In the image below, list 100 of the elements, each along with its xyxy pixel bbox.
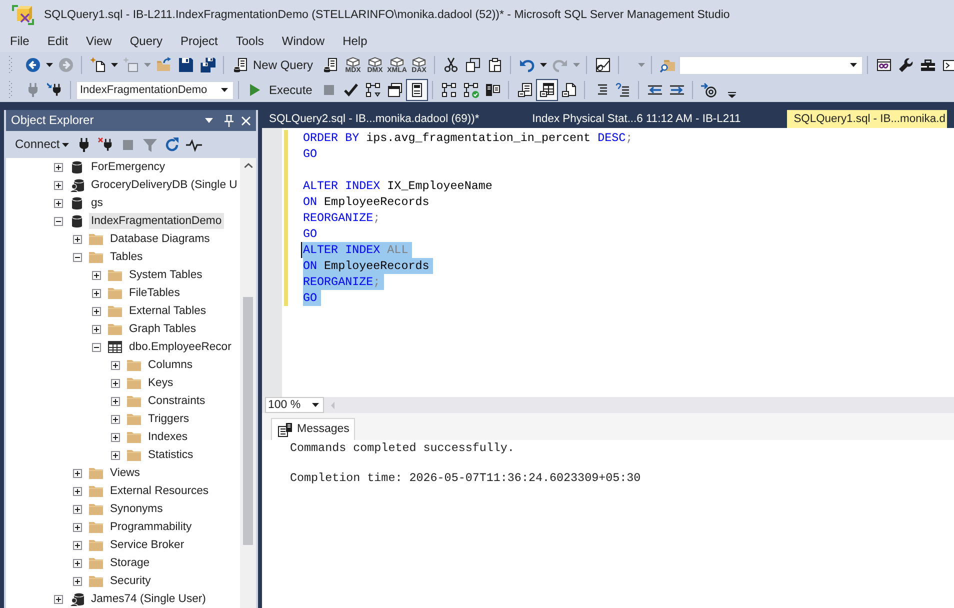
tree-item[interactable]: Service Broker: [108, 537, 186, 553]
tree-item[interactable]: System Tables: [127, 267, 204, 283]
expand-icon[interactable]: [54, 198, 63, 208]
tree-item[interactable]: IndexFragmentationDemo: [89, 213, 224, 229]
caret-icon[interactable]: [540, 63, 548, 67]
collapse-icon[interactable]: [73, 252, 82, 262]
vertical-scrollbar[interactable]: [240, 158, 256, 608]
form-icon[interactable]: [406, 79, 428, 101]
scroll-up-icon[interactable]: [244, 163, 252, 168]
tree-item[interactable]: Database Diagrams: [108, 231, 212, 247]
menu-item[interactable]: Edit: [38, 32, 78, 50]
tree-item[interactable]: Programmability: [108, 519, 194, 535]
toolbar-overflow-icon[interactable]: [728, 90, 736, 98]
expand-icon[interactable]: [92, 306, 101, 316]
expand-icon[interactable]: [92, 288, 101, 298]
expand-icon[interactable]: [73, 558, 82, 568]
tree-item[interactable]: ForEmergency: [89, 159, 168, 175]
collapse-icon[interactable]: [92, 342, 101, 352]
tree-item[interactable]: Storage: [108, 555, 152, 571]
tree-item[interactable]: dbo.EmployeeRecor: [127, 339, 234, 355]
expand-icon[interactable]: [54, 180, 63, 190]
connect-button[interactable]: Connect: [11, 134, 70, 154]
expand-icon[interactable]: [54, 162, 63, 172]
menu-item[interactable]: File: [1, 32, 38, 50]
expand-icon[interactable]: [92, 324, 101, 334]
menu-item[interactable]: Help: [334, 32, 376, 50]
tree-item[interactable]: Security: [108, 573, 153, 589]
editor-tab[interactable]: Index Physical Stat...6 11:12 AM - IB-L211: [525, 110, 787, 128]
new-query-button[interactable]: New Query: [229, 54, 320, 76]
caret-icon[interactable]: [111, 63, 118, 67]
expand-icon[interactable]: [92, 270, 101, 280]
folder-icon: [89, 538, 103, 552]
database-icon: [70, 214, 84, 228]
expand-icon[interactable]: [111, 414, 120, 424]
folder-icon: [89, 520, 103, 534]
tree-item[interactable]: gs: [89, 195, 105, 211]
caret-icon[interactable]: [46, 63, 53, 67]
tree-item[interactable]: FileTables: [127, 285, 182, 301]
expand-icon[interactable]: [54, 594, 63, 604]
tree-item[interactable]: Views: [108, 465, 142, 481]
database-select[interactable]: IndexFragmentationDemo: [76, 80, 234, 100]
caret-icon[interactable]: [205, 118, 213, 123]
database-user-icon: [70, 178, 84, 192]
pin-icon[interactable]: [224, 114, 234, 126]
tree-item[interactable]: Statistics: [146, 447, 196, 463]
expand-icon[interactable]: [111, 432, 120, 442]
tree-item[interactable]: Tables: [108, 249, 145, 265]
folder-icon: [89, 250, 103, 264]
execute-button[interactable]: Execute: [244, 79, 318, 101]
tree-item[interactable]: Keys: [146, 375, 176, 391]
refresh-icon[interactable]: [164, 136, 180, 152]
tree-item[interactable]: Columns: [146, 357, 195, 373]
menu-item[interactable]: Project: [172, 32, 227, 50]
tree-item[interactable]: Synonyms: [108, 501, 165, 517]
tree-item[interactable]: Indexes: [146, 429, 190, 445]
expand-icon[interactable]: [73, 234, 82, 244]
caret-icon: [62, 142, 69, 146]
tree-item[interactable]: GroceryDeliveryDB (Single U: [89, 177, 240, 193]
folder-icon: [89, 556, 103, 570]
tree-item[interactable]: External Tables: [127, 303, 208, 319]
menu-item[interactable]: Query: [120, 32, 172, 50]
expand-icon[interactable]: [73, 504, 82, 514]
folder-icon: [127, 376, 141, 390]
tree-item[interactable]: External Resources: [108, 483, 211, 499]
table-icon: [108, 340, 122, 354]
expand-icon[interactable]: [73, 522, 82, 532]
document-server-icon: [277, 422, 293, 438]
cube-icon: [390, 57, 404, 67]
expand-icon[interactable]: [111, 396, 120, 406]
folder-icon: [108, 286, 122, 300]
document-grid-icon[interactable]: [536, 79, 558, 101]
tree-item[interactable]: James74 (Single User): [89, 591, 208, 607]
expand-icon[interactable]: [73, 486, 82, 496]
panel-title: Object Explorer: [11, 112, 94, 128]
zoom-select[interactable]: 100 %: [265, 397, 324, 413]
cube-icon: [412, 57, 426, 67]
expand-icon[interactable]: [111, 450, 120, 460]
menu-item[interactable]: View: [77, 32, 121, 50]
cube-icon: [346, 57, 360, 67]
results-tab[interactable]: Messages: [271, 418, 356, 440]
tree-item[interactable]: Constraints: [146, 393, 208, 409]
tree-item[interactable]: Graph Tables: [127, 321, 198, 337]
menu-item[interactable]: Tools: [226, 32, 273, 50]
caret-icon: [850, 63, 858, 67]
expand-icon[interactable]: [73, 468, 82, 478]
scrollbar-thumb[interactable]: [243, 297, 253, 545]
plug-cross-icon[interactable]: [98, 136, 114, 152]
expand-icon[interactable]: [73, 576, 82, 586]
database-icon: [70, 196, 84, 210]
collapse-icon[interactable]: [54, 216, 63, 226]
expand-icon[interactable]: [111, 360, 120, 370]
menu-item[interactable]: Window: [272, 32, 334, 50]
expand-icon[interactable]: [73, 540, 82, 550]
editor-tab[interactable]: SQLQuery1.sql - IB...monika.d: [786, 110, 948, 128]
pulse-icon[interactable]: [186, 136, 202, 152]
code-line: ON EmployeeRecords: [303, 194, 430, 210]
tree-item[interactable]: Triggers: [146, 411, 192, 427]
close-icon[interactable]: [241, 116, 251, 126]
expand-icon[interactable]: [111, 378, 120, 388]
editor-tab[interactable]: SQLQuery2.sql - IB...monika.dadool (69))*: [262, 110, 526, 128]
